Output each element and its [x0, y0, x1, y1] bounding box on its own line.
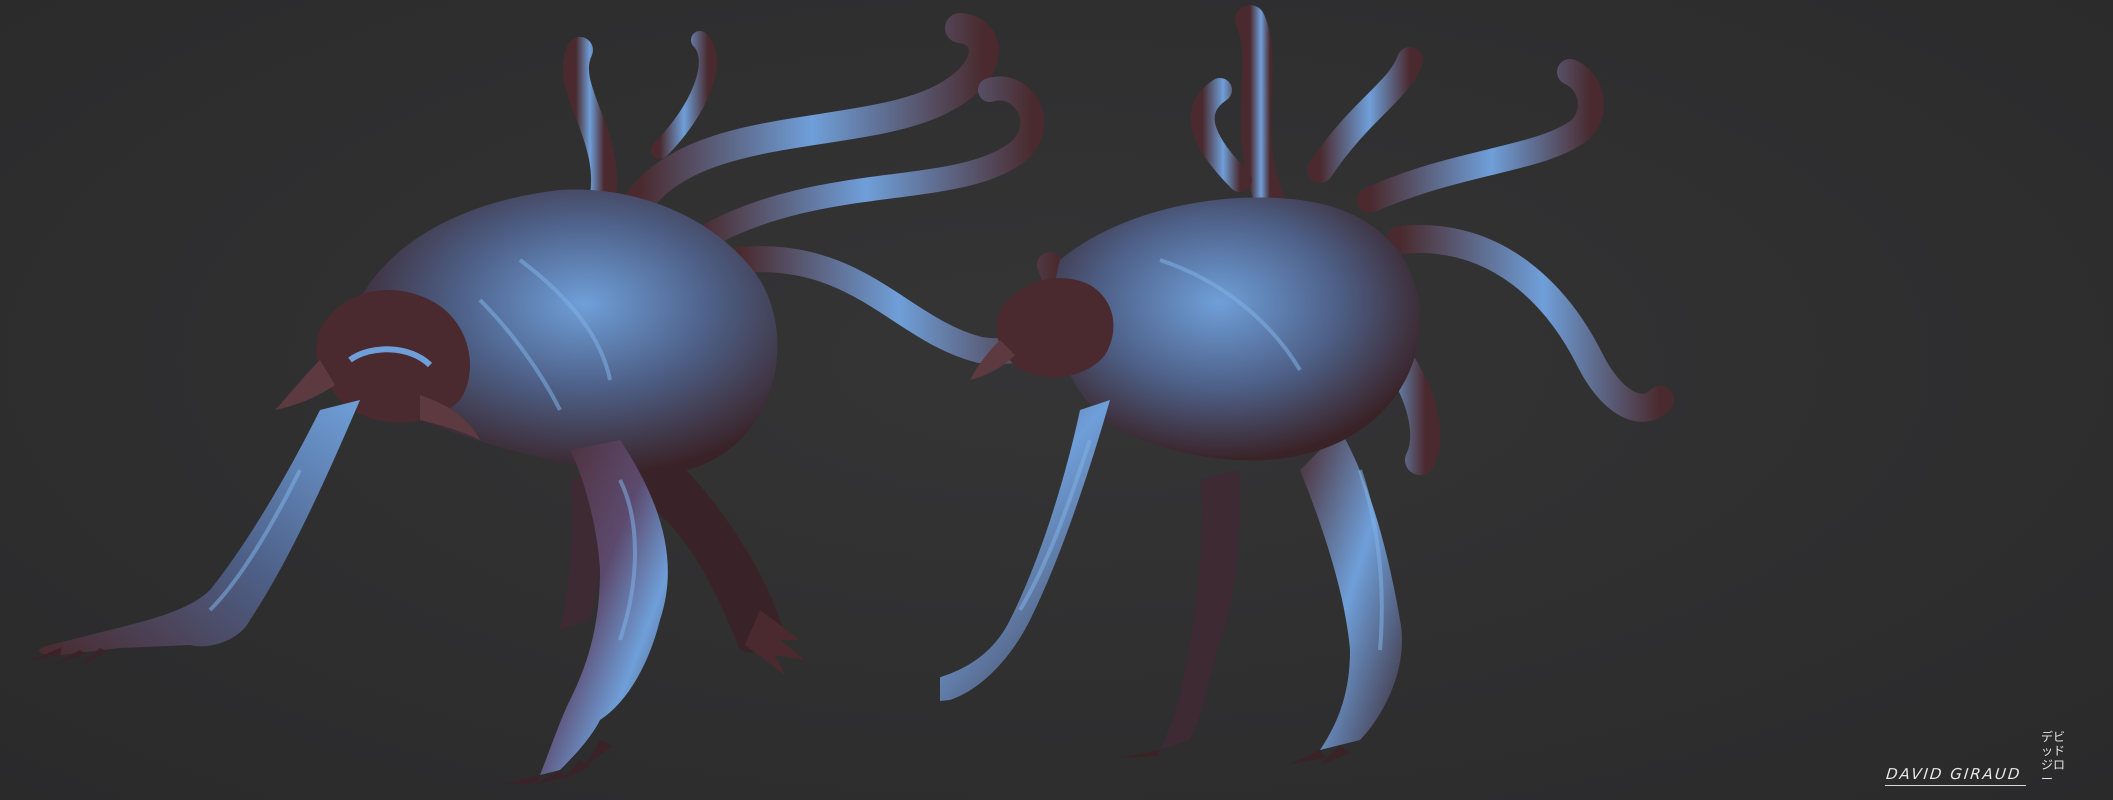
signature-name: DAVID GIRAUD	[1884, 765, 2029, 786]
render-canvas: DAVID GIRAUD デビッド ジロー	[0, 0, 2113, 800]
signature-japanese-line1: デビッド	[2041, 730, 2066, 758]
front-arm	[940, 400, 1110, 701]
artist-signature: DAVID GIRAUD デビッド ジロー	[1884, 730, 2071, 786]
head	[970, 278, 1114, 380]
signature-japanese: デビッド ジロー	[2041, 730, 2071, 786]
creature-sculpt-front-view	[30, 13, 1071, 785]
signature-japanese-line2: ジロー	[2041, 758, 2066, 786]
creature-sculpt-side-view	[940, 5, 1674, 765]
front-arm-left	[39, 400, 360, 656]
hind-legs	[1120, 430, 1402, 765]
